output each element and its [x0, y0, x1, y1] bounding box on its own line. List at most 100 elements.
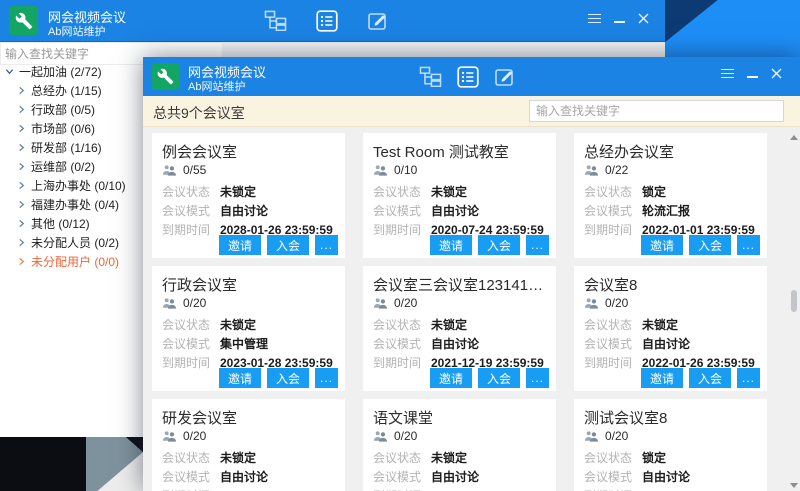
mode-value: 集中管理	[220, 335, 268, 352]
group-icon	[373, 297, 388, 309]
expiry-label: 到期时间	[584, 354, 642, 371]
more-button[interactable]: ...	[315, 368, 338, 388]
join-button[interactable]: 入会	[267, 235, 309, 255]
join-button[interactable]: 入会	[267, 368, 309, 388]
meeting-room-card: 会议室8 0/20 会议状态未锁定 会议模式自由讨论 到期时间2022-01-2…	[574, 266, 767, 391]
expiry-label: 到期时间	[373, 221, 431, 238]
app-logo	[9, 6, 38, 35]
invite-button[interactable]: 邀请	[430, 368, 472, 388]
more-button[interactable]: ...	[526, 235, 549, 255]
mode-value: 自由讨论	[220, 202, 268, 219]
compose-button[interactable]	[366, 9, 389, 32]
tree-item[interactable]: 福建办事处 (0/4)	[0, 195, 143, 214]
status-label: 会议状态	[584, 316, 642, 333]
invite-button[interactable]: 邀请	[430, 235, 472, 255]
status-label: 会议状态	[162, 183, 220, 200]
join-button[interactable]: 入会	[478, 235, 520, 255]
meeting-room-card: Test Room 测试教室 0/10 会议状态未锁定 会议模式自由讨论 到期时…	[363, 133, 556, 258]
invite-button[interactable]: 邀请	[641, 235, 683, 255]
sitemap-icon	[419, 66, 442, 87]
meeting-list-button[interactable]	[456, 65, 479, 88]
group-icon	[373, 430, 388, 442]
title-bar[interactable]: 网会视频会议 Ab网站维护	[143, 57, 800, 96]
edit-icon	[494, 66, 516, 88]
menu-icon[interactable]	[721, 69, 734, 79]
chevron-right-icon	[17, 181, 26, 190]
tree-item[interactable]: 其他 (0/12)	[0, 214, 143, 233]
status-value: 锁定	[642, 449, 666, 466]
group-icon	[162, 164, 177, 176]
tree-item[interactable]: 运维部 (0/2)	[0, 157, 143, 176]
close-icon[interactable]	[638, 13, 649, 24]
group-icon	[584, 430, 599, 442]
chevron-right-icon	[17, 124, 26, 133]
status-label: 会议状态	[162, 316, 220, 333]
room-capacity: 0/20	[394, 429, 417, 443]
meeting-room-card: 行政会议室 0/20 会议状态未锁定 会议模式集中管理 到期时间2023-01-…	[152, 266, 345, 391]
mode-value: 自由讨论	[431, 335, 479, 352]
join-button[interactable]: 入会	[689, 235, 731, 255]
list-icon	[457, 66, 479, 88]
list-icon	[316, 10, 338, 32]
invite-button[interactable]: 邀请	[219, 235, 261, 255]
scrollbar-thumb[interactable]	[791, 290, 797, 312]
mode-value: 自由讨论	[220, 468, 268, 485]
status-value: 未锁定	[220, 449, 256, 466]
more-button[interactable]: ...	[737, 235, 760, 255]
contacts-tree: 一起加油 (2/72) 总经办 (1/15) 行政部 (0/5) 市场部 (0/…	[0, 62, 143, 271]
mode-label: 会议模式	[373, 202, 431, 219]
join-button[interactable]: 入会	[689, 368, 731, 388]
minimize-icon[interactable]	[747, 76, 758, 78]
contacts-tree-button[interactable]	[419, 65, 442, 88]
chevron-right-icon	[17, 162, 26, 171]
expiry-label: 到期时间	[584, 487, 642, 491]
tree-item[interactable]: 市场部 (0/6)	[0, 119, 143, 138]
mode-value: 自由讨论	[642, 335, 690, 352]
tree-item[interactable]: 研发部 (1/16)	[0, 138, 143, 157]
compose-button[interactable]	[493, 65, 516, 88]
minimize-icon[interactable]	[614, 21, 625, 23]
join-button[interactable]: 入会	[478, 368, 520, 388]
desktop: 网会视频会议 Ab网站维护	[0, 0, 800, 491]
mode-value: 自由讨论	[431, 468, 479, 485]
meeting-list-button[interactable]	[315, 9, 338, 32]
invite-button[interactable]: 邀请	[219, 368, 261, 388]
mode-label: 会议模式	[162, 202, 220, 219]
room-capacity: 0/22	[605, 163, 628, 177]
group-icon	[162, 430, 177, 442]
meeting-room-card: 会议室三会议室123141324141三会议室 0/20 会议状态未锁定 会议模…	[363, 266, 556, 391]
room-name: Test Room 测试教室	[373, 141, 550, 162]
search-input[interactable]	[529, 100, 784, 122]
mode-label: 会议模式	[373, 468, 431, 485]
title-bar[interactable]: 网会视频会议 Ab网站维护	[0, 0, 665, 42]
scroll-up-icon[interactable]	[790, 135, 798, 140]
menu-icon[interactable]	[588, 14, 601, 24]
contacts-tree-button[interactable]	[264, 9, 287, 32]
tree-item[interactable]: 行政部 (0/5)	[0, 100, 143, 119]
scroll-down-icon[interactable]	[790, 483, 798, 488]
room-name: 总经办会议室	[584, 141, 761, 162]
room-name: 研发会议室	[162, 407, 339, 428]
tree-item[interactable]: 未分配人员 (0/2)	[0, 233, 143, 252]
mode-value: 轮流汇报	[642, 202, 690, 219]
room-name: 例会会议室	[162, 141, 339, 162]
status-value: 未锁定	[431, 183, 467, 200]
tree-item[interactable]: 上海办事处 (0/10)	[0, 176, 143, 195]
tree-item-unassigned-users[interactable]: 未分配用户 (0/0)	[0, 252, 143, 271]
more-button[interactable]: ...	[526, 368, 549, 388]
invite-button[interactable]: 邀请	[641, 368, 683, 388]
more-button[interactable]: ...	[737, 368, 760, 388]
chevron-right-icon	[17, 257, 26, 266]
room-name: 会议室8	[584, 274, 761, 295]
tree-item[interactable]: 总经办 (1/15)	[0, 81, 143, 100]
edit-icon	[367, 10, 389, 32]
mode-label: 会议模式	[373, 335, 431, 352]
expiry-label: 到期时间	[162, 354, 220, 371]
vertical-scrollbar[interactable]	[789, 135, 799, 488]
meeting-room-card: 总经办会议室 0/22 会议状态锁定 会议模式轮流汇报 到期时间2022-01-…	[574, 133, 767, 258]
tree-item-root[interactable]: 一起加油 (2/72)	[0, 62, 143, 81]
close-icon[interactable]	[771, 68, 782, 79]
chevron-down-icon	[5, 67, 14, 76]
status-value: 未锁定	[431, 316, 467, 333]
more-button[interactable]: ...	[315, 235, 338, 255]
